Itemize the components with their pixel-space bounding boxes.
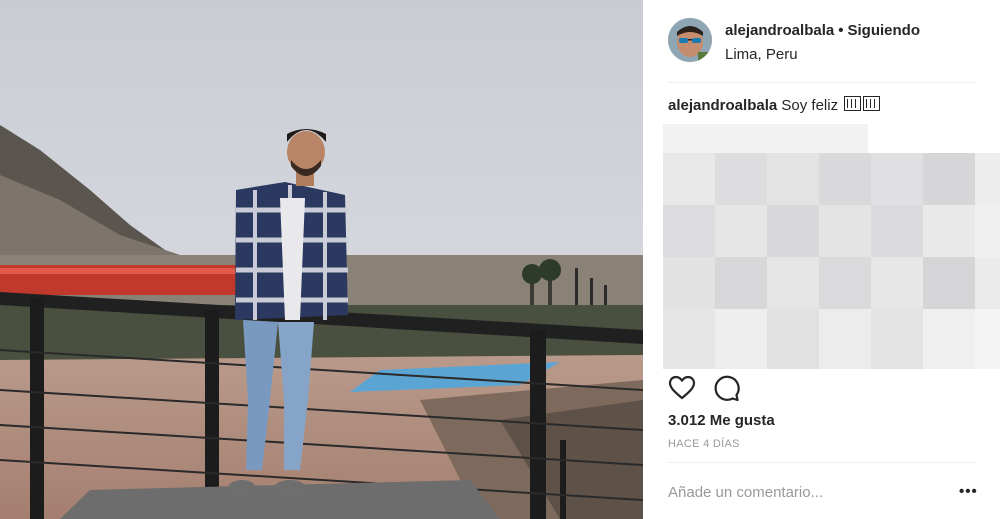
location-link[interactable]: Lima, Peru bbox=[725, 46, 798, 63]
more-options-icon[interactable]: ••• bbox=[959, 482, 978, 502]
comment-input[interactable] bbox=[668, 480, 938, 504]
avatar[interactable] bbox=[668, 18, 712, 62]
comment-bubble-icon[interactable] bbox=[712, 374, 740, 402]
post-side-panel: alejandroalbala • Siguiendo Lima, Peru ale… bbox=[643, 0, 1000, 519]
caption-text: Soy feliz bbox=[781, 97, 839, 114]
caption: alejandroalbala Soy feliz bbox=[668, 96, 881, 114]
flag-emoji-icon bbox=[863, 96, 881, 111]
divider bbox=[668, 82, 975, 83]
separator-dot: • bbox=[838, 22, 844, 39]
photo-image bbox=[0, 0, 643, 519]
flag-emoji-icon bbox=[844, 96, 862, 111]
follow-status-button[interactable]: Siguiendo bbox=[847, 22, 920, 39]
heart-icon[interactable] bbox=[668, 374, 696, 402]
post-header: alejandroalbala • Siguiendo Lima, Peru bbox=[643, 0, 1000, 82]
username-link[interactable]: alejandroalbala bbox=[725, 22, 834, 39]
post-photo bbox=[0, 0, 643, 519]
post-timestamp[interactable]: HACE 4 DÍAS bbox=[668, 438, 740, 450]
caption-username[interactable]: alejandroalbala bbox=[668, 97, 777, 114]
divider bbox=[668, 462, 975, 463]
header-user-line: alejandroalbala • Siguiendo bbox=[725, 22, 920, 39]
blurred-comments bbox=[663, 124, 1000, 369]
likes-count[interactable]: 3.012 Me gusta bbox=[668, 412, 775, 429]
avatar-image bbox=[668, 18, 712, 62]
